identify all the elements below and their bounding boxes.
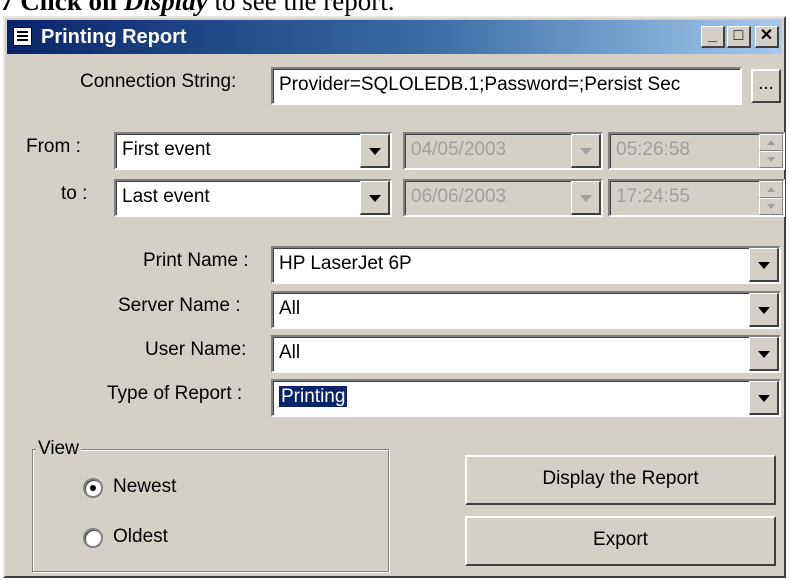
connection-string-value: Provider=SQLOLEDB.1;Password=;Persist Se… bbox=[279, 74, 681, 95]
caption-suffix: to see the report. bbox=[214, 0, 395, 16]
caption-emphasis: Display bbox=[123, 0, 208, 16]
chevron-down-icon bbox=[571, 134, 601, 168]
user-name-label: User Name: bbox=[145, 339, 247, 360]
to-date-value: 06/06/2003 bbox=[411, 186, 507, 207]
oldest-radio[interactable] bbox=[83, 528, 103, 548]
minimize-button[interactable]: _ bbox=[701, 26, 725, 48]
type-of-report-value: Printing bbox=[279, 386, 348, 407]
maximize-button[interactable]: □ bbox=[727, 26, 751, 48]
print-name-select[interactable]: HP LaserJet 6P bbox=[271, 246, 781, 284]
chevron-down-icon[interactable] bbox=[360, 134, 390, 168]
spinner-arrows-icon bbox=[759, 134, 783, 168]
from-date-picker: 04/05/2003 bbox=[403, 132, 603, 170]
print-name-label: Print Name : bbox=[143, 250, 249, 271]
chevron-down-icon[interactable] bbox=[360, 181, 390, 215]
chevron-down-icon[interactable] bbox=[749, 381, 779, 415]
to-time-value: 17:24:55 bbox=[616, 186, 690, 207]
from-date-value: 04/05/2003 bbox=[411, 139, 507, 160]
user-name-value: All bbox=[279, 342, 301, 363]
newest-radio[interactable] bbox=[83, 478, 103, 498]
newest-label: Newest bbox=[113, 476, 177, 497]
export-button[interactable]: Export bbox=[465, 516, 776, 566]
chevron-down-icon[interactable] bbox=[749, 293, 779, 327]
print-name-value: HP LaserJet 6P bbox=[279, 253, 412, 274]
title-bar[interactable]: Printing Report _ □ ✕ bbox=[7, 20, 782, 54]
to-event-value: Last event bbox=[122, 186, 210, 207]
printing-report-window: Printing Report _ □ ✕ Connection String:… bbox=[3, 16, 786, 578]
spinner-arrows-icon bbox=[759, 181, 783, 215]
to-time-spinner: 17:24:55 bbox=[608, 179, 785, 217]
from-event-value: First event bbox=[122, 139, 211, 160]
type-of-report-label: Type of Report : bbox=[107, 383, 243, 404]
server-name-label: Server Name : bbox=[118, 295, 241, 316]
close-button[interactable]: ✕ bbox=[755, 26, 779, 48]
browse-button[interactable]: ... bbox=[751, 69, 781, 103]
from-time-spinner: 05:26:58 bbox=[608, 132, 785, 170]
oldest-label: Oldest bbox=[113, 526, 168, 547]
type-of-report-select[interactable]: Printing bbox=[271, 379, 781, 417]
display-report-button[interactable]: Display the Report bbox=[465, 455, 776, 505]
window-title: Printing Report bbox=[41, 26, 187, 48]
from-event-select[interactable]: First event bbox=[114, 132, 392, 170]
server-name-value: All bbox=[279, 298, 301, 319]
to-date-picker: 06/06/2003 bbox=[403, 179, 603, 217]
report-icon bbox=[13, 27, 32, 46]
chevron-down-icon bbox=[571, 181, 601, 215]
connection-string-input[interactable]: Provider=SQLOLEDB.1;Password=;Persist Se… bbox=[271, 67, 742, 105]
view-group-title: View bbox=[36, 438, 81, 460]
to-event-select[interactable]: Last event bbox=[114, 179, 392, 217]
to-label: to : bbox=[61, 183, 88, 204]
view-groupbox bbox=[32, 449, 389, 572]
instruction-caption: 7 Click on Display to see the report. bbox=[0, 0, 394, 16]
server-name-select[interactable]: All bbox=[271, 291, 781, 329]
user-name-select[interactable]: All bbox=[271, 335, 781, 373]
from-label: From : bbox=[26, 136, 81, 157]
from-time-value: 05:26:58 bbox=[616, 139, 690, 160]
chevron-down-icon[interactable] bbox=[749, 337, 779, 371]
chevron-down-icon[interactable] bbox=[749, 248, 779, 282]
caption-prefix: 7 Click on bbox=[0, 0, 118, 16]
connection-string-label: Connection String: bbox=[80, 71, 237, 92]
